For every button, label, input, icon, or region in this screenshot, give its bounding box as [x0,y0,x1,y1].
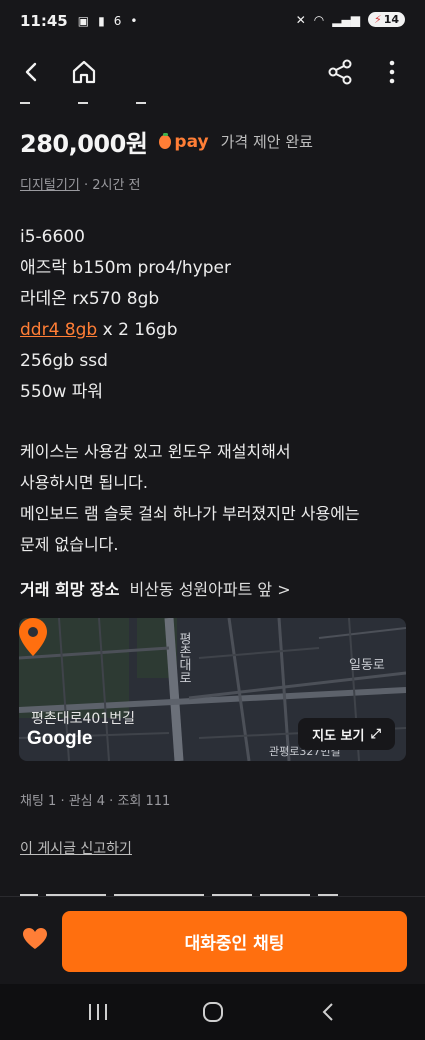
home-button[interactable] [64,52,104,92]
search-keyword-link[interactable]: ddr4 8gb [20,320,97,340]
battery-level: 14 [383,13,399,26]
map-road-label: 일동로 [349,658,385,673]
wifi-icon: ◠ [313,12,325,27]
description-line: 메인보드 램 슬롯 걸쇠 하나가 부러졌지만 사용에는 [20,504,360,523]
category-link[interactable]: 디지털기기 [20,178,80,193]
expand-icon: ⤢ [370,726,381,742]
home-circle-icon [202,1002,223,1022]
notification-6-icon: 6 [113,14,122,28]
view-map-label: 지도 보기 [312,728,365,744]
share-icon [328,59,352,85]
spec-line-rest: x 2 16gb [97,320,178,340]
chat-button[interactable]: 대화중인 채팅 [62,911,407,972]
home-icon [72,60,96,84]
more-button[interactable] [372,52,412,92]
listing-meta: 디지털기기 · 2시간 전 [20,174,141,193]
map-preview[interactable]: 평촌대로 평촌대로401번길 일동로 관평로327번길 Google 지도 보기… [19,618,406,761]
spec-list: i5-6600 애즈락 b150m pro4/hyper 라데온 rx570 8gb… [20,222,231,408]
spec-line: ddr4 8gb x 2 16gb [20,315,231,346]
report-link[interactable]: 이 게시글 신고하기 [20,838,132,858]
pay-badge: pay [159,131,209,152]
spec-line: 256gb ssd [20,351,108,371]
map-pin-icon [19,618,47,656]
lock-icon: ▮ [98,14,105,28]
back-button[interactable] [12,52,52,92]
bottom-action-bar: 대화중인 채팅 [0,896,425,984]
recent-apps-button[interactable] [78,992,118,1032]
home-nav-button[interactable] [193,992,233,1032]
price: 280,000원 [20,130,148,158]
listing-stats: 채팅 1 · 관심 4 · 조회 111 [20,794,171,809]
battery-indicator: ⚡ 14 [367,12,405,27]
spec-line: 라데온 rx570 8gb [20,289,160,309]
view-map-button[interactable]: 지도 보기 ⤢ [298,718,395,750]
spec-line: i5-6600 [20,227,85,247]
description-line: 사용하시면 됩니다. [20,473,148,492]
share-button[interactable] [320,52,360,92]
pay-label: pay [174,131,209,152]
google-logo: Google [27,728,93,749]
back-nav-button[interactable] [308,992,348,1032]
gallery-icon: ▣ [77,14,90,28]
spec-line: 550w 파워 [20,382,104,402]
status-bar: 11:45 ▣ ▮ 6 • ✕ ◠ ▂▄▆ ⚡ 14 [0,0,425,42]
description-line: 케이스는 사용감 있고 윈도우 재설치해서 [20,442,291,461]
system-nav-bar [0,984,425,1040]
back-chevron-icon [322,1003,333,1021]
recent-apps-icon [88,1004,107,1020]
description: 케이스는 사용감 있고 윈도우 재설치해서 사용하시면 됩니다. 메인보드 램 … [20,436,410,560]
back-icon [25,62,37,82]
description-line: 문제 없습니다. [20,535,119,554]
meeting-place-label: 거래 희망 장소 [20,580,120,599]
offer-status: 가격 제안 완료 [220,133,313,151]
map-road-label: 평촌대로 [176,632,191,684]
spec-line: 애즈락 b150m pro4/hyper [20,258,231,278]
carrot-icon [159,132,172,149]
posted-time: · 2시간 전 [79,178,141,193]
price-row: 280,000원 pay 가격 제안 완료 [20,124,313,159]
dot-icon: • [130,14,138,28]
meeting-place-row[interactable]: 거래 희망 장소 비산동 성원아파트 앞 > [20,576,291,600]
cut-off-title [20,90,220,104]
signal-icon: ▂▄▆ [332,12,360,27]
meeting-place-value[interactable]: 비산동 성원아파트 앞 > [129,576,290,600]
mute-icon: ✕ [295,12,306,27]
more-icon [389,60,395,84]
heart-icon[interactable] [22,927,48,951]
clock: 11:45 [20,12,68,30]
map-road-label: 평촌대로401번길 [31,711,136,727]
